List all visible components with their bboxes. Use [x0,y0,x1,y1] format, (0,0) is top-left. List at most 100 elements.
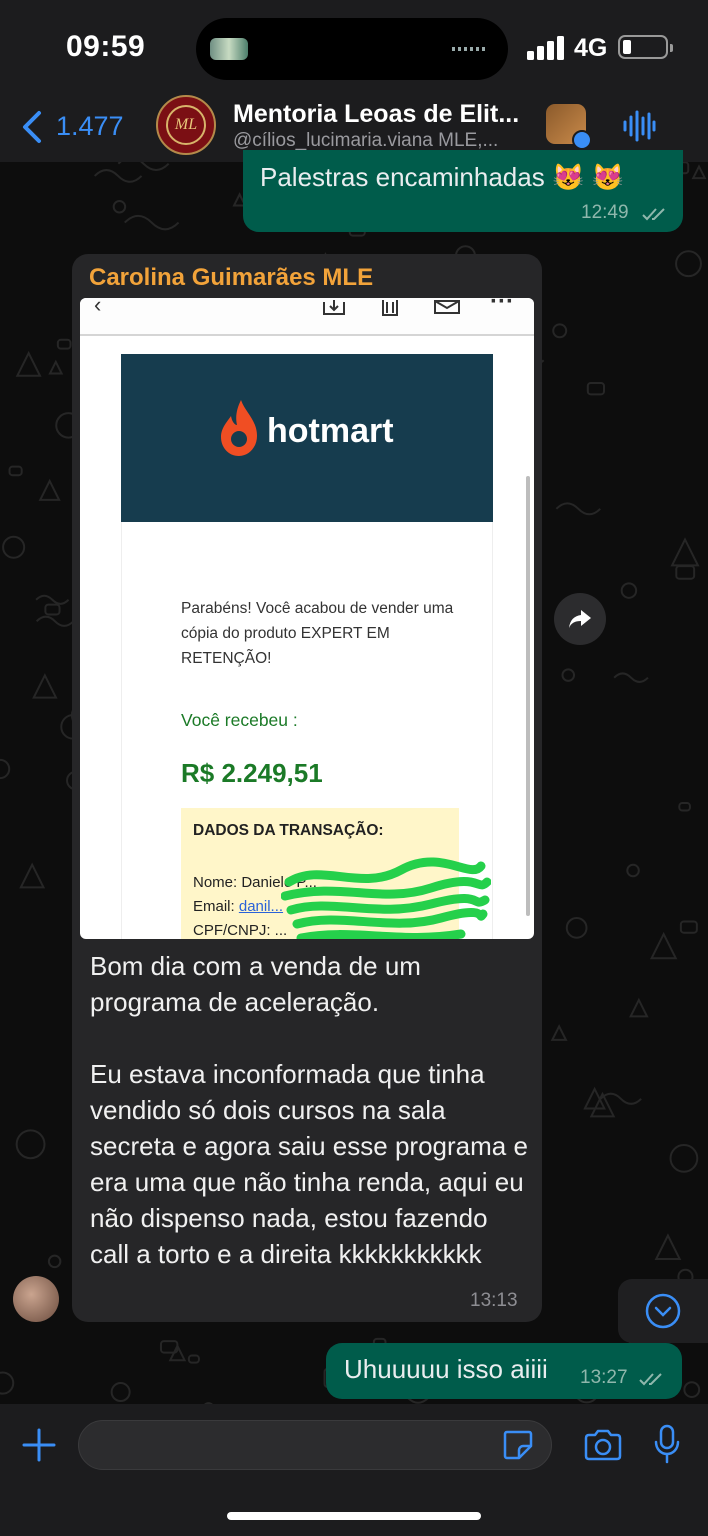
network-type: 4G [574,34,608,62]
transaction-email-label: Email: [193,898,235,915]
message-paragraph-2: Eu estava inconformada que tinha vendido… [90,1059,528,1269]
read-receipt-icon [642,208,665,221]
group-avatar-monogram: ML [166,105,206,145]
hotmart-flame-icon [221,400,257,456]
battery-icon [618,35,673,59]
wallpaper-doodle [679,920,698,934]
transaction-email-value: danil... [238,898,284,915]
wallpaper-doodle [555,502,601,516]
screenshot-download-icon [323,300,345,315]
outgoing-message[interactable]: Uhuuuuu isso aiiii 13:27 [326,1343,682,1399]
wallpaper-doodle [47,1254,62,1269]
activity-dots-icon [452,47,488,51]
live-activity-icon [210,38,248,60]
message-composer [0,1404,708,1536]
wallpaper-doodle [56,338,72,350]
wallpaper-doodle [691,164,707,180]
message-input[interactable] [78,1420,552,1470]
scroll-down-icon [645,1293,681,1329]
hotmart-banner: hotmart [121,354,493,522]
forward-icon [569,610,591,628]
wallpaper-doodle [552,323,568,339]
message-text: Uhuuuuu isso aiiii [344,1354,548,1384]
wallpaper-doodle [649,931,678,960]
group-avatar[interactable]: ML [156,95,216,155]
verified-badge-icon [572,130,592,150]
wallpaper-doodle [613,672,649,683]
dynamic-island [196,18,508,80]
camera-icon[interactable] [583,1429,623,1461]
back-chevron-icon[interactable] [20,110,44,144]
screenshot-trash-icon [382,300,398,316]
audio-waveform-icon[interactable] [622,109,656,143]
scroll-to-bottom-button[interactable] [618,1279,708,1343]
outgoing-message[interactable]: Palestras encaminhadas 😻 😻 12:49 [243,150,683,232]
message-time: 13:13 [470,1290,518,1311]
wallpaper-doodle [32,673,58,699]
wallpaper-doodle [19,862,46,889]
wallpaper-doodle [620,582,638,599]
wallpaper-doodle [187,1354,200,1364]
message-time: 13:27 [580,1367,628,1388]
wallpaper-doodle [550,1024,568,1041]
wallpaper-doodle [35,594,70,605]
screenshot-more-icon: ··· [490,298,514,315]
wallpaper-doodle [48,359,64,375]
sender-avatar[interactable] [13,1276,59,1322]
wallpaper-doodle [670,537,700,567]
wallpaper-doodle [561,668,576,682]
message-text: Palestras encaminhadas 😻 😻 [260,162,624,192]
wallpaper-doodle [44,603,61,616]
transaction-email: Email: danil... [193,898,283,915]
wallpaper-doodle [0,758,11,780]
wallpaper-doodle [112,200,127,214]
wallpaper-doodle [565,916,588,939]
wallpaper-doodle [2,535,26,559]
wallpaper-doodle [93,169,143,183]
message-time: 12:49 [581,202,629,223]
message-paragraph-1: Bom dia com a venda de um programa de ac… [90,951,421,1017]
hotmart-logo-text: hotmart [267,412,394,450]
unread-count[interactable]: 1.477 [56,111,124,142]
sticker-icon[interactable] [502,1429,534,1461]
received-amount: R$ 2.249,51 [181,758,323,788]
active-call-avatar[interactable] [546,104,592,150]
message-text: Bom dia com a venda de um programa de ac… [90,948,530,1272]
wallpaper-doodle [15,350,42,377]
group-name[interactable]: Mentoria Leoas de Elit... [233,100,519,129]
privacy-scribble [281,857,491,939]
wallpaper-doodle [110,1382,131,1403]
wallpaper-doodle [35,615,75,627]
wallpaper-doodle [629,997,649,1018]
wallpaper-doodle [8,465,23,477]
wallpaper-doodle [654,1233,682,1260]
wallpaper-doodle [675,565,696,580]
wallpaper-doodle [586,381,605,396]
home-indicator [227,1512,481,1520]
cellular-signal-icon [527,36,565,60]
microphone-icon[interactable] [653,1424,681,1464]
screenshot-mail-toolbar: ‹ ··· [80,298,534,336]
wallpaper-doodle [675,250,702,278]
screenshot-mail-icon [434,300,460,314]
wallpaper-doodle [0,1371,15,1395]
wallpaper-doodle [626,863,640,878]
screenshot-back-icon: ‹ [94,298,102,317]
plus-icon[interactable] [22,1428,56,1462]
wallpaper-doodle [15,1129,46,1160]
forward-button[interactable] [554,593,606,645]
sender-name[interactable]: Carolina Guimarães MLE [89,264,373,292]
wallpaper-doodle [38,478,61,501]
incoming-message[interactable]: Carolina Guimarães MLE ‹ ··· hotmart Par… [72,254,542,1322]
image-attachment[interactable]: ‹ ··· hotmart Parabéns! Você acabou de v… [80,298,534,939]
wallpaper-doodle [669,1144,699,1173]
received-label: Você recebeu : [181,710,298,730]
group-members[interactable]: @cílios_lucimaria.viana MLE,... [233,130,498,152]
sale-congrats-text: Parabéns! Você acabou de vender uma cópi… [181,600,454,667]
email-body: Parabéns! Você acabou de vender uma cópi… [121,522,493,939]
screenshot-scrollbar [526,476,530,916]
wallpaper-doodle [683,1381,701,1398]
wallpaper-doodle [678,802,691,812]
read-receipt-icon [639,1373,662,1386]
transaction-title: DADOS DA TRANSAÇÃO: [193,822,384,839]
